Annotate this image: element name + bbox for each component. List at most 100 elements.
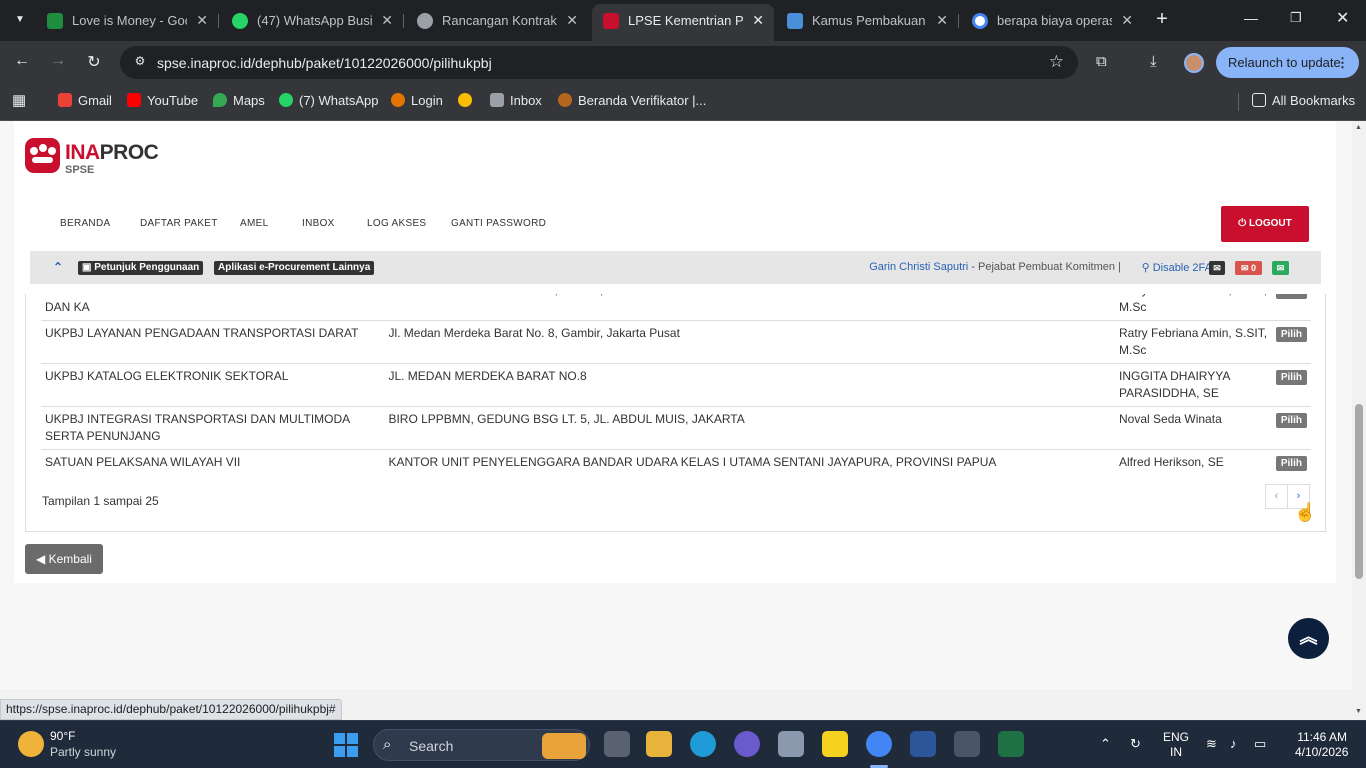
tab-kamus-pembakuan[interactable]: Kamus Pembakuan St ✕ xyxy=(776,6,958,35)
edge-icon[interactable] xyxy=(690,731,716,757)
nav-amel[interactable]: AMEL xyxy=(240,218,268,229)
sticky-notes-icon[interactable] xyxy=(822,731,848,757)
relaunch-label: Relaunch to update xyxy=(1228,55,1341,70)
separator: | xyxy=(1118,261,1121,273)
tab-whatsapp[interactable]: (47) WhatsApp Busin ✕ xyxy=(221,6,403,35)
bookmark-star-icon[interactable]: ☆ xyxy=(1049,52,1064,72)
tray-chevron-up-icon[interactable]: ⌃ xyxy=(1100,736,1111,752)
ukpbj-list-section: UKPBJ LAYANAN PENGADAAN TRANSPORTASI DAR… xyxy=(14,294,1336,583)
file-explorer-icon[interactable] xyxy=(646,731,672,757)
pilih-button[interactable]: Pilih xyxy=(1275,370,1307,385)
close-window-icon[interactable]: ✕ xyxy=(1336,8,1349,28)
sync-icon[interactable]: ↻ xyxy=(1130,736,1141,752)
bookmark-youtube[interactable]: YouTube xyxy=(127,93,198,108)
excel-icon[interactable] xyxy=(998,731,1024,757)
bookmark-whatsapp[interactable]: (7) WhatsApp xyxy=(279,93,378,108)
nav-log-akses[interactable]: LOG AKSES xyxy=(367,218,426,229)
weather-temperature[interactable]: 90°F xyxy=(50,729,75,743)
nav-daftar-paket[interactable]: DAFTAR PAKET xyxy=(140,218,218,229)
disable-2fa-link[interactable]: ⚲ Disable 2FA xyxy=(1142,261,1212,274)
user-name[interactable]: Garin Christi Saputri xyxy=(869,261,968,273)
manual-link[interactable]: ▣ Petunjuk Penggunaan xyxy=(78,261,204,275)
chrome-icon[interactable] xyxy=(866,731,892,757)
other-apps-link[interactable]: Aplikasi e-Procurement Lainnya xyxy=(214,261,375,275)
close-icon[interactable]: ✕ xyxy=(196,6,208,35)
calculator-icon[interactable] xyxy=(954,731,980,757)
nav-beranda[interactable]: BERANDA xyxy=(60,218,110,229)
message-open-icon[interactable]: ✉ xyxy=(1272,261,1289,275)
minimize-icon[interactable]: — xyxy=(1244,10,1258,26)
site-info-icon[interactable]: ⚙ xyxy=(132,54,148,70)
logout-button[interactable]: ⏻ LOGOUT xyxy=(1221,206,1309,242)
apps-grid-icon[interactable]: ▦ xyxy=(12,91,26,109)
restore-icon[interactable]: ❐ xyxy=(1290,10,1302,26)
url-text[interactable]: spse.inaproc.id/dephub/paket/10122026000… xyxy=(157,55,492,71)
taskbar-search-box[interactable]: ⌕ Search xyxy=(373,729,590,761)
more-menu-icon[interactable]: ⋮ xyxy=(1336,47,1349,78)
double-chevron-up-icon[interactable]: ⌃ xyxy=(53,260,63,274)
kembali-button[interactable]: ◀ Kembali xyxy=(25,544,103,574)
scroll-down-arrow-icon[interactable]: ▼ xyxy=(1355,708,1362,715)
tab-lpse-active[interactable]: LPSE Kementrian Per ✕ xyxy=(592,4,774,41)
bookmark-beranda-verifikator[interactable]: Beranda Verifikator |... xyxy=(558,93,706,108)
tab-love-is-money[interactable]: Love is Money - Goo ✕ xyxy=(36,6,218,35)
download-icon[interactable]: ⤓ xyxy=(1150,53,1157,70)
tab-google-search[interactable]: berapa biaya operasi ✕ xyxy=(961,6,1143,35)
bookmark-label: (7) WhatsApp xyxy=(299,93,379,108)
close-icon[interactable]: ✕ xyxy=(936,6,948,35)
pilih-button[interactable]: Pilih xyxy=(1275,327,1307,342)
bookmark-maps[interactable]: Maps xyxy=(213,93,265,108)
volume-icon[interactable]: ♪ xyxy=(1230,736,1237,751)
pilih-button[interactable]: Pilih xyxy=(1275,294,1307,299)
all-bookmarks-button[interactable]: All Bookmarks xyxy=(1252,93,1355,108)
close-icon[interactable]: ✕ xyxy=(566,6,578,35)
nav-inbox[interactable]: INBOX xyxy=(302,218,335,229)
bookmark-pinwheel[interactable] xyxy=(458,93,478,108)
whatsapp-icon xyxy=(279,93,293,107)
weather-condition[interactable]: Partly sunny xyxy=(50,745,116,759)
scroll-up-arrow-icon[interactable]: ▲ xyxy=(1355,124,1362,131)
reload-icon[interactable]: ↻ xyxy=(84,52,104,72)
extensions-icon[interactable]: ⧉ xyxy=(1096,53,1107,70)
battery-icon[interactable]: ▭ xyxy=(1254,736,1266,752)
wifi-icon[interactable]: ≋ xyxy=(1206,736,1217,752)
forward-arrow-icon[interactable]: → xyxy=(48,52,68,70)
user-info-bar: ⌃ ▣ Petunjuk Penggunaan Aplikasi e-Procu… xyxy=(30,251,1321,284)
inbox-count-badge[interactable]: ✉ 0 xyxy=(1235,261,1262,275)
close-icon[interactable]: ✕ xyxy=(752,4,764,37)
close-icon[interactable]: ✕ xyxy=(381,6,393,35)
camera-icon[interactable] xyxy=(778,731,804,757)
bookmarks-bar: ▦ Gmail YouTube Maps (7) WhatsApp Login … xyxy=(0,84,1366,121)
scrollbar-thumb[interactable] xyxy=(1355,404,1363,579)
ukpbj-head: Alfred Herikson, SE xyxy=(1115,449,1272,475)
profile-avatar[interactable] xyxy=(1184,53,1204,73)
new-tab-icon[interactable]: + xyxy=(1151,9,1173,31)
back-arrow-icon[interactable]: ← xyxy=(12,52,32,70)
ukpbj-address: BIRO LPPBMN, GEDUNG BSG LT. 5, JL. ABDUL… xyxy=(384,406,1116,450)
weather-sun-icon[interactable] xyxy=(18,731,44,757)
system-clock[interactable]: 11:46 AM 4/10/2026 xyxy=(1295,730,1348,760)
pilih-button[interactable]: Pilih xyxy=(1275,456,1307,471)
pilih-button[interactable]: Pilih xyxy=(1275,413,1307,428)
tab-search-icon[interactable]: ▼ xyxy=(8,8,32,32)
nav-ganti-password[interactable]: GANTI PASSWORD xyxy=(451,218,546,229)
bookmark-inbox[interactable]: Inbox xyxy=(490,93,542,108)
word-icon[interactable] xyxy=(910,731,936,757)
logo-subtitle: SPSE xyxy=(65,164,95,176)
relaunch-button[interactable]: Relaunch to update ⋮ xyxy=(1216,47,1359,78)
page-scrollbar[interactable]: ▲ ▼ xyxy=(1352,121,1366,720)
close-icon[interactable]: ✕ xyxy=(1121,6,1133,35)
address-bar[interactable]: ⚙ spse.inaproc.id/dephub/paket/101220260… xyxy=(120,46,1078,79)
envelope-icon[interactable]: ✉ xyxy=(1209,261,1225,275)
tab-rancangan-kontrak[interactable]: Rancangan Kontrak P ✕ xyxy=(406,6,588,35)
task-view-icon[interactable] xyxy=(604,731,630,757)
input-language[interactable]: ENG IN xyxy=(1163,730,1189,760)
copilot-icon[interactable] xyxy=(734,731,760,757)
scroll-to-top-button[interactable]: ︽ xyxy=(1288,618,1329,659)
link-status-bar: https://spse.inaproc.id/dephub/paket/101… xyxy=(0,699,342,720)
prev-page-button[interactable]: ‹ xyxy=(1265,484,1288,509)
windows-start-icon[interactable] xyxy=(334,733,358,757)
mouse-pointer-icon: ☝ xyxy=(1294,502,1317,522)
bookmark-gmail[interactable]: Gmail xyxy=(58,93,112,108)
bookmark-login[interactable]: Login xyxy=(391,93,443,108)
